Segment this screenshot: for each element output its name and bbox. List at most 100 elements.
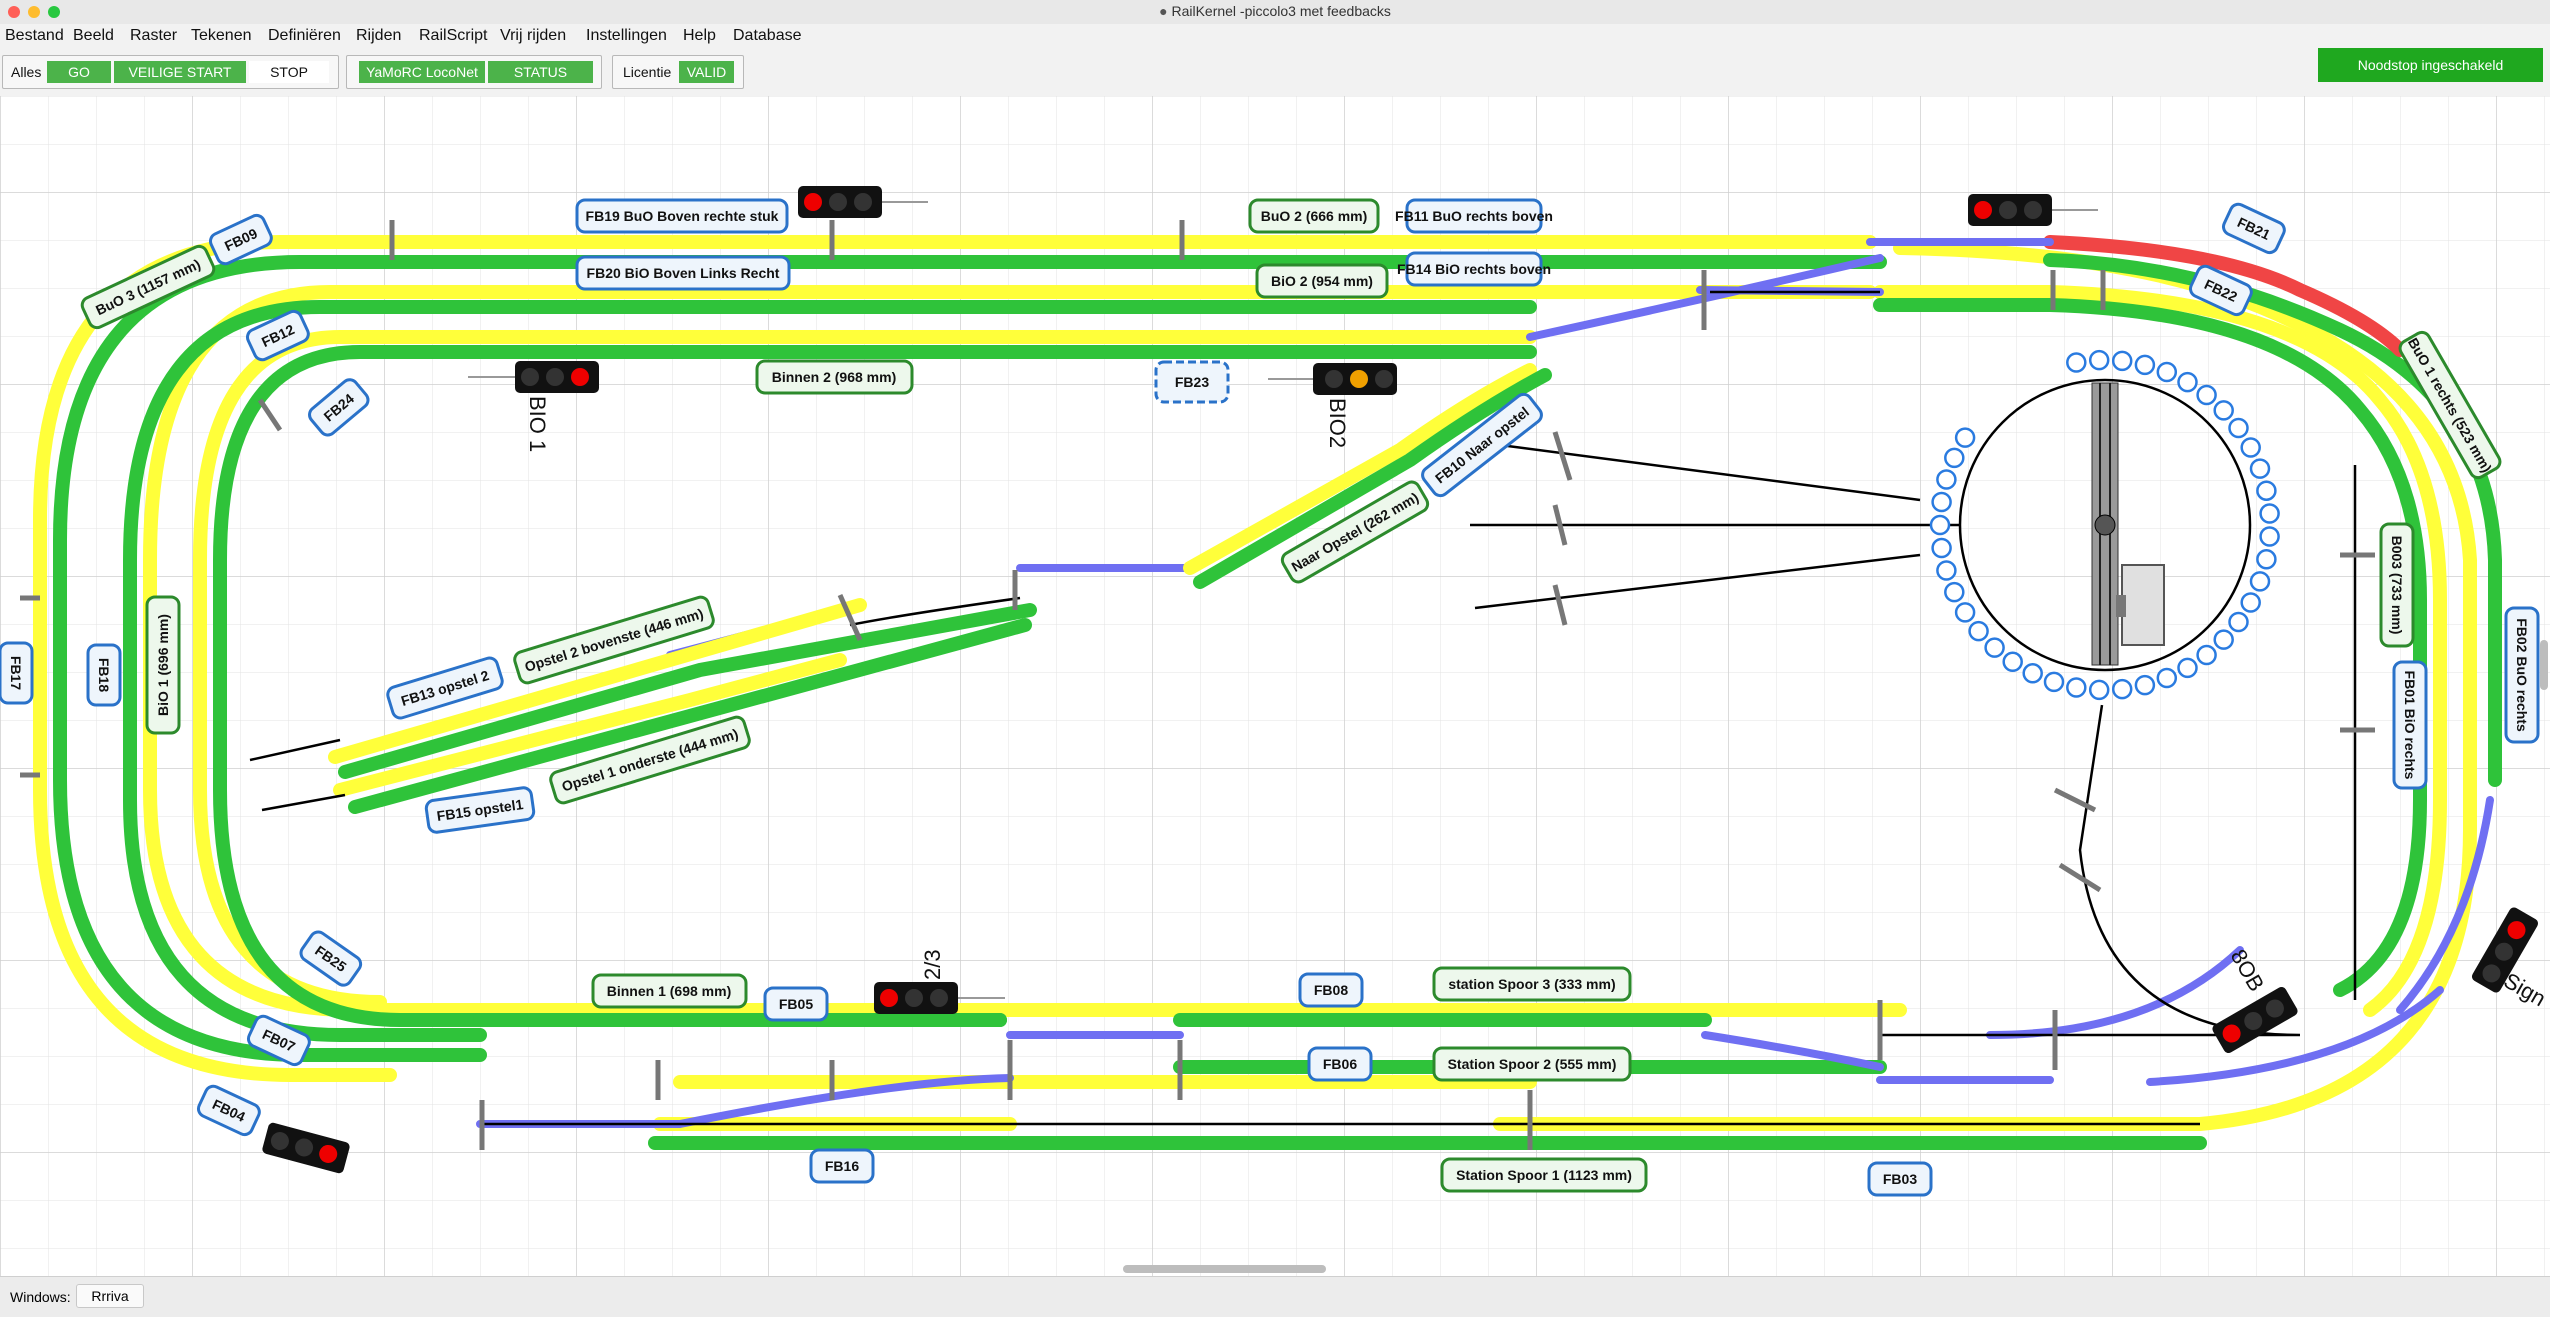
turntable-port[interactable] — [2004, 653, 2022, 671]
windows-label: Windows: — [10, 1289, 71, 1305]
feedback-fb01[interactable]: FB01 BiO rechts — [2394, 662, 2426, 788]
block-buo2[interactable]: BuO 2 (666 mm) — [1250, 200, 1378, 232]
turntable-port[interactable] — [1986, 639, 2004, 657]
feedback-fb19[interactable]: FB19 BuO Boven rechte stuk — [577, 200, 787, 232]
turntable-port[interactable] — [2136, 356, 2154, 374]
menu-instellingen[interactable]: Instellingen — [586, 27, 667, 45]
turntable-port[interactable] — [2251, 460, 2269, 478]
turntable-port[interactable] — [2024, 664, 2042, 682]
feedback-fb05[interactable]: FB05 — [765, 988, 827, 1020]
app-status-dot-icon: ● — [1159, 3, 1171, 19]
menu-rijden[interactable]: Rijden — [356, 27, 401, 45]
turntable-port[interactable] — [1937, 562, 1955, 580]
menu-bestand[interactable]: Bestand — [5, 27, 64, 45]
menu-beeld[interactable]: Beeld — [73, 27, 114, 45]
feedback-fb14[interactable]: FB14 BiO rechts boven — [1397, 253, 1551, 285]
window-titlebar: ● RailKernel -piccolo3 met feedbacks — [0, 0, 2550, 25]
turntable-port[interactable] — [1937, 471, 1955, 489]
alles-label: Alles — [11, 64, 41, 80]
turntable-port[interactable] — [2261, 528, 2279, 546]
block-binnen2[interactable]: Binnen 2 (968 mm) — [757, 361, 912, 393]
loconet-button[interactable]: YaMoRC LocoNet — [359, 61, 485, 83]
menu-help[interactable]: Help — [683, 27, 716, 45]
track-layout-svg[interactable]: BIO 1 BIO2 2/3 8OB Sign FB19 BuO Boven r… — [0, 96, 2550, 1276]
vertical-scrollbar[interactable] — [2540, 640, 2548, 690]
turntable-port[interactable] — [2198, 386, 2216, 404]
toolbar: Alles GO VEILIGE START STOP YaMoRC LocoN… — [0, 48, 2550, 97]
turntable-port[interactable] — [1931, 516, 1949, 534]
svg-text:FB01 BiO rechts: FB01 BiO rechts — [2402, 671, 2418, 780]
turntable-port[interactable] — [2198, 646, 2216, 664]
feedback-fb03[interactable]: FB03 — [1869, 1163, 1931, 1195]
svg-text:station Spoor 3 (333 mm): station Spoor 3 (333 mm) — [1448, 976, 1615, 992]
block-b003[interactable]: B003 (733 mm) — [2381, 524, 2413, 646]
turntable-port[interactable] — [2261, 505, 2279, 523]
menu-definieren[interactable]: Definiëren — [268, 27, 341, 45]
block-station-1[interactable]: Station Spoor 1 (1123 mm) — [1442, 1159, 1646, 1191]
turntable-port[interactable] — [2067, 354, 2085, 372]
turntable-port[interactable] — [2242, 594, 2260, 612]
feedback-fb17[interactable]: FB17 — [0, 643, 32, 703]
turntable-port[interactable] — [2251, 572, 2269, 590]
turntable-port[interactable] — [1945, 583, 1963, 601]
turntable-port[interactable] — [1933, 493, 1951, 511]
block-bio1[interactable]: BiO 1 (696 mm) — [147, 597, 179, 733]
menu-railscript[interactable]: RailScript — [419, 27, 487, 45]
turntable-port[interactable] — [2179, 373, 2197, 391]
svg-text:FB20 BiO Boven Links Recht: FB20 BiO Boven Links Recht — [587, 265, 780, 281]
turntable-port[interactable] — [2257, 482, 2275, 500]
stop-button[interactable]: STOP — [249, 61, 329, 83]
block-station-3[interactable]: station Spoor 3 (333 mm) — [1434, 968, 1630, 1000]
connection-group: YaMoRC LocoNet STATUS — [346, 55, 602, 89]
turntable-port[interactable] — [2090, 351, 2108, 369]
horizontal-scrollbar[interactable] — [1123, 1265, 1326, 1273]
turntable-port[interactable] — [2136, 676, 2154, 694]
emergency-stop-button[interactable]: Noodstop ingeschakeld — [2318, 48, 2543, 82]
signal-label-bio2: BIO2 — [1325, 398, 1350, 448]
feedback-fb02[interactable]: FB02 BuO rechts — [2506, 608, 2538, 742]
turntable-port[interactable] — [1956, 429, 1974, 447]
status-button[interactable]: STATUS — [488, 61, 593, 83]
turntable-port[interactable] — [2067, 679, 2085, 697]
block-station-2[interactable]: Station Spoor 2 (555 mm) — [1434, 1048, 1630, 1080]
window-rrriva-button[interactable]: Rrriva — [76, 1284, 144, 1308]
turntable-port[interactable] — [2230, 419, 2248, 437]
safe-start-button[interactable]: VEILIGE START — [114, 61, 246, 83]
turntable-port[interactable] — [1945, 449, 1963, 467]
turntable-port[interactable] — [1933, 539, 1951, 557]
turntable-port[interactable] — [1970, 622, 1988, 640]
turntable-port[interactable] — [2230, 613, 2248, 631]
turntable-port[interactable] — [2090, 681, 2108, 699]
svg-text:FB11 BuO rechts boven: FB11 BuO rechts boven — [1395, 208, 1553, 224]
svg-text:FB03: FB03 — [1883, 1171, 1917, 1187]
feedback-fb08[interactable]: FB08 — [1300, 974, 1362, 1006]
feedback-fb18[interactable]: FB18 — [88, 645, 120, 705]
turntable-port[interactable] — [2113, 352, 2131, 370]
turntable-port[interactable] — [2158, 363, 2176, 381]
turntable-port[interactable] — [2158, 669, 2176, 687]
feedback-fb23[interactable]: FB23 — [1156, 362, 1228, 402]
feedback-fb16[interactable]: FB16 — [811, 1150, 873, 1182]
track-layout-canvas[interactable]: BIO 1 BIO2 2/3 8OB Sign FB19 BuO Boven r… — [0, 96, 2550, 1276]
license-valid-badge: VALID — [679, 61, 734, 83]
turntable-port[interactable] — [2215, 401, 2233, 419]
turntable-port[interactable] — [2215, 631, 2233, 649]
turntable-port[interactable] — [2113, 680, 2131, 698]
block-bio2[interactable]: BiO 2 (954 mm) — [1257, 265, 1387, 297]
turntable-port[interactable] — [2045, 673, 2063, 691]
turntable-port[interactable] — [2242, 439, 2260, 457]
menu-raster[interactable]: Raster — [130, 27, 177, 45]
svg-text:FB18: FB18 — [96, 658, 112, 692]
block-binnen1[interactable]: Binnen 1 (698 mm) — [593, 975, 746, 1007]
turntable-port[interactable] — [2179, 659, 2197, 677]
menu-vrij-rijden[interactable]: Vrij rijden — [500, 27, 566, 45]
feedback-fb06[interactable]: FB06 — [1309, 1048, 1371, 1080]
feedback-fb20[interactable]: FB20 BiO Boven Links Recht — [577, 257, 789, 289]
turntable-port[interactable] — [1956, 603, 1974, 621]
licentie-label: Licentie — [623, 64, 671, 80]
go-button[interactable]: GO — [47, 61, 111, 83]
menu-database[interactable]: Database — [733, 27, 802, 45]
menu-tekenen[interactable]: Tekenen — [191, 27, 252, 45]
feedback-fb11[interactable]: FB11 BuO rechts boven — [1395, 200, 1553, 232]
turntable-port[interactable] — [2257, 550, 2275, 568]
